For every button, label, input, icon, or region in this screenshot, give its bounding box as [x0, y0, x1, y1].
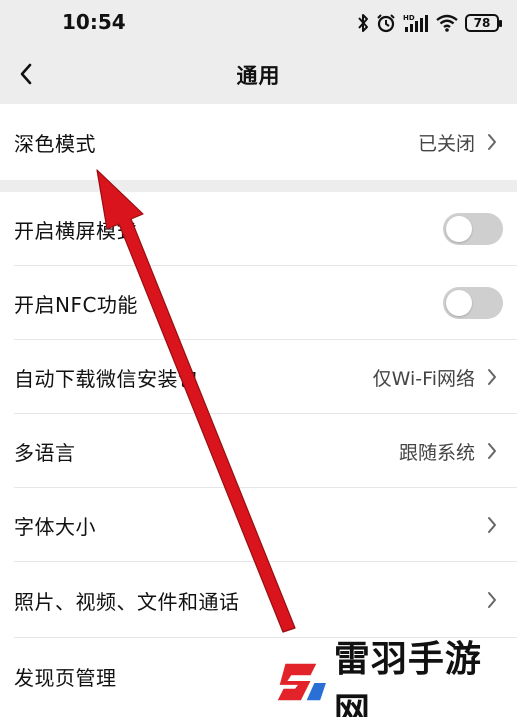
media-row[interactable]: 照片、视频、文件和通话 [0, 562, 517, 638]
auto-download-row[interactable]: 自动下载微信安装包 仅Wi-Fi网络 [0, 340, 517, 414]
hd-signal-icon: HD [403, 14, 428, 32]
battery-icon: 78 [465, 14, 502, 32]
dark-mode-row[interactable]: 深色模式 已关闭 [0, 104, 517, 180]
landscape-mode-label: 开启横屏模式 [14, 218, 137, 243]
watermark-logo-icon [277, 663, 326, 701]
auto-download-label: 自动下载微信安装包 [14, 366, 199, 391]
battery-level: 78 [473, 16, 491, 30]
watermark-text: 雷羽手游网 [333, 638, 482, 717]
font-size-label: 字体大小 [14, 514, 96, 539]
settings-group-display: 深色模式 已关闭 [0, 104, 517, 180]
language-label: 多语言 [14, 440, 76, 465]
watermark: 雷羽手游网 [272, 638, 512, 717]
language-value: 跟随系统 [398, 441, 475, 464]
bluetooth-icon [358, 14, 368, 32]
toggle-knob [446, 290, 472, 316]
font-size-row[interactable]: 字体大小 [0, 488, 517, 562]
landscape-mode-toggle[interactable] [443, 213, 503, 245]
dark-mode-label: 深色模式 [14, 131, 96, 156]
nav-bar: 通用 [0, 46, 517, 102]
nfc-label: 开启NFC功能 [14, 292, 138, 317]
dark-mode-value: 已关闭 [417, 132, 475, 155]
page-title: 通用 [236, 64, 281, 88]
svg-text:HD: HD [403, 14, 415, 22]
language-row[interactable]: 多语言 跟随系统 [0, 414, 517, 488]
nfc-row: 开启NFC功能 [0, 266, 517, 340]
media-label: 照片、视频、文件和通话 [14, 589, 240, 614]
wifi-icon [436, 14, 458, 32]
chevron-right-icon [483, 130, 501, 154]
chevron-right-icon [483, 513, 501, 537]
auto-download-value: 仅Wi-Fi网络 [372, 367, 475, 390]
chevron-right-icon [483, 439, 501, 463]
alarm-icon [377, 14, 395, 33]
toggle-knob [446, 216, 472, 242]
discover-manage-label: 发现页管理 [14, 665, 117, 690]
status-icons: HD 78 [357, 12, 502, 34]
status-bar: 10:54 HD 78 [0, 0, 517, 46]
status-time: 10:54 [62, 10, 126, 34]
nfc-toggle[interactable] [443, 287, 503, 319]
chevron-right-icon [483, 365, 501, 389]
landscape-mode-row: 开启横屏模式 [0, 192, 517, 266]
chevron-right-icon [483, 588, 501, 612]
